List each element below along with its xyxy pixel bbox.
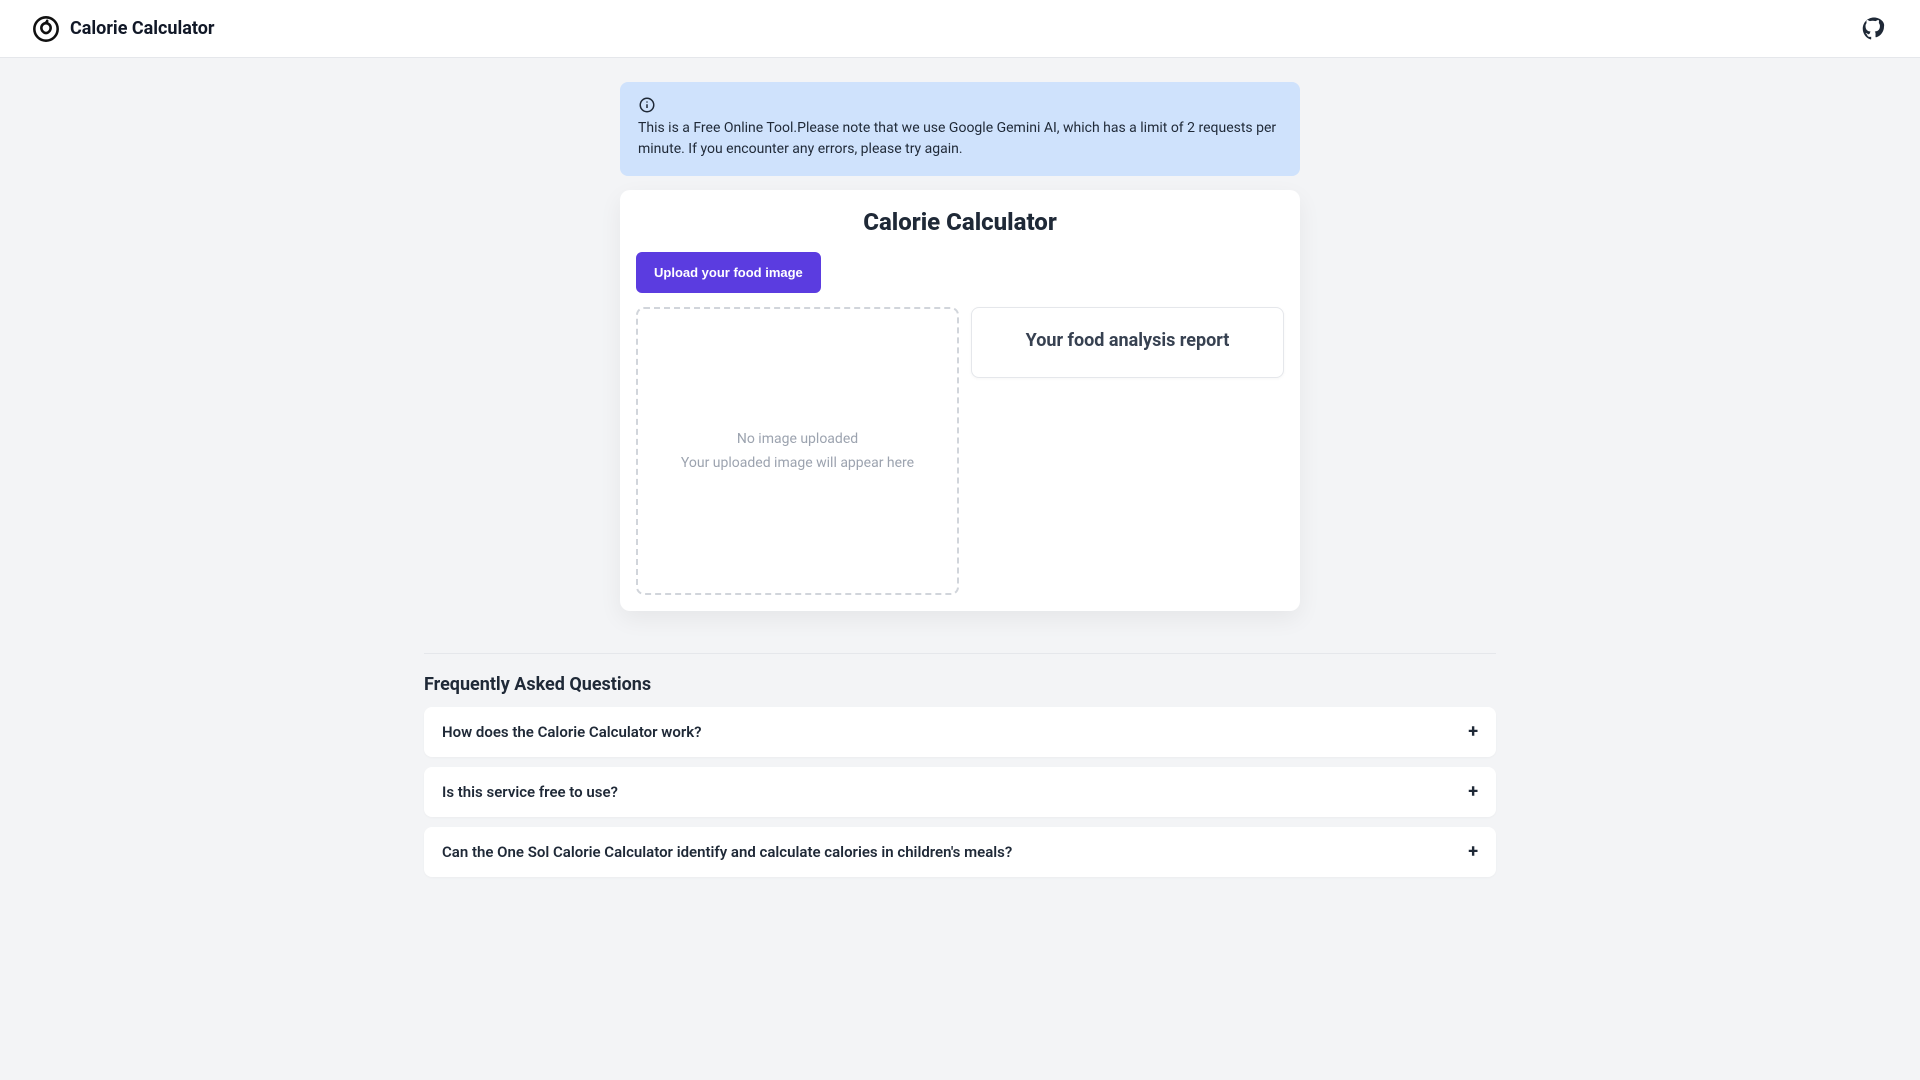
faq-item-childrens-meals[interactable]: Can the One Sol Calorie Calculator ident… <box>424 827 1496 877</box>
faq-item-free[interactable]: Is this service free to use? + <box>424 767 1496 817</box>
plus-icon: + <box>1468 843 1478 861</box>
analysis-report-card: Your food analysis report <box>971 307 1284 378</box>
app-header: Calorie Calculator <box>0 0 1920 58</box>
page-title: Calorie Calculator <box>636 208 1284 236</box>
brand-block[interactable]: Calorie Calculator <box>32 15 215 43</box>
faq-section: Frequently Asked Questions How does the … <box>424 653 1496 877</box>
faq-question: Can the One Sol Calorie Calculator ident… <box>442 843 1012 861</box>
faq-question: Is this service free to use? <box>442 783 618 801</box>
github-icon <box>1862 17 1886 41</box>
info-icon <box>638 96 656 114</box>
github-link[interactable] <box>1860 15 1888 43</box>
plus-icon: + <box>1468 723 1478 741</box>
faq-item-how-works[interactable]: How does the Calorie Calculator work? + <box>424 707 1496 757</box>
info-banner-text: This is a Free Online Tool.Please note t… <box>638 118 1282 160</box>
info-banner: This is a Free Online Tool.Please note t… <box>620 82 1300 176</box>
faq-question: How does the Calorie Calculator work? <box>442 723 702 741</box>
image-dropzone[interactable]: No image uploaded Your uploaded image wi… <box>636 307 959 595</box>
page-content: This is a Free Online Tool.Please note t… <box>424 82 1496 877</box>
plus-icon: + <box>1468 783 1478 801</box>
dropzone-secondary-text: Your uploaded image will appear here <box>681 455 914 471</box>
apple-logo-icon <box>32 15 60 43</box>
faq-heading: Frequently Asked Questions <box>424 674 1496 695</box>
report-title: Your food analysis report <box>988 330 1267 351</box>
dropzone-primary-text: No image uploaded <box>737 431 858 447</box>
brand-name: Calorie Calculator <box>70 18 215 39</box>
upload-button[interactable]: Upload your food image <box>636 252 821 293</box>
panels-row: No image uploaded Your uploaded image wi… <box>636 307 1284 595</box>
calculator-card: Calorie Calculator Upload your food imag… <box>620 190 1300 611</box>
main-column: This is a Free Online Tool.Please note t… <box>620 82 1300 611</box>
